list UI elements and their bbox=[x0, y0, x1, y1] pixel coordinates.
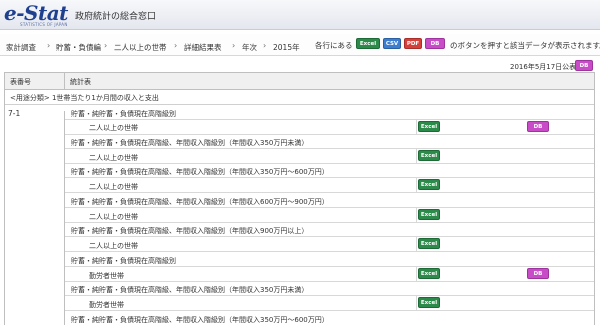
site-header: e-Stat STATISTICS OF JAPAN 政府統計の総合窓口 bbox=[0, 0, 600, 30]
category-row: <用途分類> 1世帯当たり1か月間の収入と支出 bbox=[5, 90, 594, 105]
db-button[interactable]: DB bbox=[527, 268, 549, 279]
table-subtitle: 二人以上の世帯 bbox=[89, 124, 138, 132]
table-title[interactable]: 貯蓄・純貯蓄・負債現在高階級別 bbox=[71, 256, 176, 266]
breadcrumb-item-year: 2015年 bbox=[273, 43, 300, 52]
estat-logo[interactable]: e-Stat STATISTICS OF JAPAN bbox=[4, 1, 70, 27]
table-subtitle: 勤労者世帯 bbox=[89, 272, 124, 280]
table-subtitle: 二人以上の世帯 bbox=[89, 154, 138, 162]
table-subtitle: 二人以上の世帯 bbox=[89, 242, 138, 250]
logo-text: e-Stat bbox=[4, 1, 68, 25]
breadcrumb: 家計調査 › 貯蓄・負債編 › 二人以上の世帯 › 詳細結果表 › 年次 › 2… bbox=[0, 34, 600, 56]
legend-csv-badge: CSV bbox=[383, 38, 401, 49]
chevron-right-icon: › bbox=[104, 41, 108, 50]
excel-button[interactable]: Excel bbox=[418, 121, 440, 132]
db-button[interactable]: DB bbox=[575, 60, 593, 71]
excel-button[interactable]: Excel bbox=[418, 268, 440, 279]
column-header-name: 統計表 bbox=[70, 78, 91, 86]
table-title[interactable]: 貯蓄・純貯蓄・負債現在高階級、年間収入階級別（年間収入350万円未満） bbox=[71, 138, 308, 148]
chevron-right-icon: › bbox=[232, 41, 236, 50]
table-title[interactable]: 貯蓄・純貯蓄・負債現在高階級、年間収入階級別（年間収入350万円未満） bbox=[71, 285, 308, 295]
chevron-right-icon: › bbox=[174, 41, 178, 50]
published-date: 2016年5月17日公表 bbox=[510, 63, 577, 71]
table-title[interactable]: 貯蓄・純貯蓄・負債現在高階級、年間収入階級別（年間収入350万円～600万円） bbox=[71, 315, 329, 325]
site-title: 政府統計の総合窓口 bbox=[75, 12, 157, 22]
table-subtitle: 二人以上の世帯 bbox=[89, 213, 138, 221]
help-prefix: 各行にある bbox=[315, 41, 353, 50]
db-button[interactable]: DB bbox=[527, 121, 549, 132]
table-header: 表番号 統計表 bbox=[5, 73, 594, 90]
category-label: <用途分類> 1世帯当たり1か月間の収入と支出 bbox=[10, 94, 159, 102]
chevron-right-icon: › bbox=[47, 41, 51, 50]
table-title[interactable]: 貯蓄・純貯蓄・負債現在高階級、年間収入階級別（年間収入350万円～600万円） bbox=[71, 167, 329, 177]
excel-button[interactable]: Excel bbox=[418, 238, 440, 249]
table-title[interactable]: 貯蓄・純貯蓄・負債現在高階級、年間収入階級別（年間収入600万円～900万円） bbox=[71, 197, 329, 207]
table-subtitle: 勤労者世帯 bbox=[89, 301, 124, 309]
breadcrumb-item-detailed-tables[interactable]: 詳細結果表 bbox=[184, 42, 222, 53]
help-suffix: のボタンを押すと該当データが表示されます。 bbox=[450, 41, 600, 50]
breadcrumb-item-annual[interactable]: 年次 bbox=[242, 42, 257, 53]
excel-button[interactable]: Excel bbox=[418, 150, 440, 161]
excel-button[interactable]: Excel bbox=[418, 179, 440, 190]
table-title[interactable]: 貯蓄・純貯蓄・負債現在高階級別 bbox=[71, 109, 176, 119]
excel-button[interactable]: Excel bbox=[418, 297, 440, 308]
breadcrumb-item-savings[interactable]: 貯蓄・負債編 bbox=[56, 42, 101, 53]
stats-table: 表番号 統計表 <用途分類> 1世帯当たり1か月間の収入と支出 7-1 貯蓄・純… bbox=[4, 72, 595, 325]
table-title[interactable]: 貯蓄・純貯蓄・負債現在高階級、年間収入階級別（年間収入900万円以上） bbox=[71, 226, 308, 236]
table-subtitle: 二人以上の世帯 bbox=[89, 183, 138, 191]
column-header-id: 表番号 bbox=[10, 78, 31, 86]
table-id: 7-1 bbox=[8, 109, 21, 118]
logo-subtitle: STATISTICS OF JAPAN bbox=[20, 22, 68, 27]
legend-pdf-badge: PDF bbox=[404, 38, 422, 49]
excel-button[interactable]: Excel bbox=[418, 209, 440, 220]
legend-excel-badge: Excel bbox=[356, 38, 380, 49]
breadcrumb-item-household-survey[interactable]: 家計調査 bbox=[6, 42, 36, 53]
legend-db-badge: DB bbox=[425, 38, 445, 49]
breadcrumb-item-households[interactable]: 二人以上の世帯 bbox=[114, 42, 167, 53]
chevron-right-icon: › bbox=[263, 41, 267, 50]
